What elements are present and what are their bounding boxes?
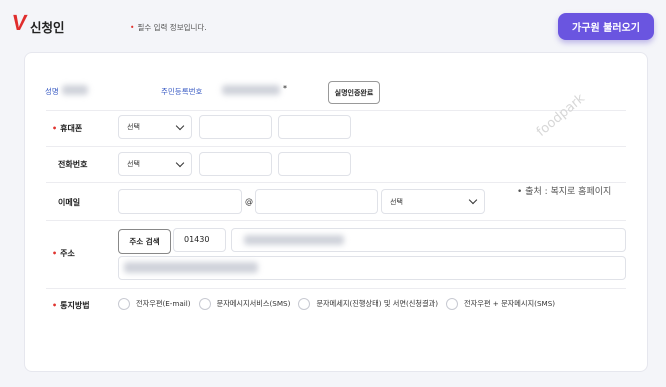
address-label: • 주소 — [52, 248, 75, 259]
verify-name-button[interactable]: 실명인증완료 — [328, 81, 380, 104]
mobile-prefix-select[interactable]: 선택 — [118, 115, 192, 139]
chevron-down-icon — [468, 195, 478, 205]
notify-option-label: 전자우편 + 문자메시지(SMS) — [464, 299, 556, 308]
mobile-middle-input[interactable] — [199, 115, 272, 139]
brand-v-mark: V — [10, 10, 29, 35]
notify-label: • 통지방법 — [52, 300, 90, 311]
required-dot: • — [52, 301, 58, 310]
divider — [46, 288, 626, 289]
required-dot: • — [52, 249, 58, 258]
notify-option-sms-mail[interactable]: 문자메세지(진행상태) 및 서면(신청결과) — [298, 298, 438, 310]
notify-options: 전자우편(E-mail) 문자메시지서비스(SMS) 문자메세지(진행상태) 및… — [118, 298, 563, 310]
load-family-button[interactable]: 가구원 불러오기 — [558, 13, 654, 40]
divider — [46, 182, 626, 183]
phone-prefix-value: 선택 — [127, 160, 140, 168]
rrn-value-redacted — [222, 85, 280, 95]
phone-last-input[interactable] — [278, 152, 351, 176]
divider — [46, 220, 626, 221]
mobile-label-text: 휴대폰 — [60, 124, 83, 133]
rrn-label: 주민등록번호 — [161, 87, 203, 96]
phone-label: 전화번호 — [58, 160, 88, 169]
notify-option-label: 문자메시지서비스(SMS) — [216, 299, 291, 308]
required-dot: • — [130, 23, 135, 32]
email-id-input[interactable] — [118, 189, 242, 214]
mobile-label: • 휴대폰 — [52, 123, 82, 134]
email-at-sign: @ — [245, 197, 253, 206]
phone-middle-input[interactable] — [199, 152, 272, 176]
chevron-down-icon — [175, 158, 185, 167]
phone-prefix-select[interactable]: 선택 — [118, 152, 192, 176]
email-domain-value: 선택 — [390, 197, 403, 206]
address-search-button[interactable]: 주소 검색 — [118, 229, 171, 254]
notify-option-label: 문자메세지(진행상태) 및 서면(신청결과) — [316, 299, 439, 308]
address-label-text: 주소 — [60, 249, 75, 258]
required-note: • 필수 입력 정보입니다. — [130, 22, 207, 33]
chevron-down-icon — [175, 121, 185, 130]
rrn-mask: * — [283, 84, 287, 93]
divider — [46, 146, 626, 147]
name-value-redacted — [62, 85, 88, 95]
source-note: • 출처 : 복지로 홈페이지 — [517, 187, 612, 197]
notify-option-email-sms[interactable]: 전자우편 + 문자메시지(SMS) — [446, 298, 555, 310]
zipcode-value: 01430 — [184, 235, 210, 244]
address-base-redacted — [244, 235, 344, 245]
required-dot: • — [52, 124, 58, 133]
email-domain-select[interactable]: 선택 — [381, 189, 485, 214]
notify-option-sms[interactable]: 문자메시지서비스(SMS) — [198, 298, 291, 310]
name-label: 성명 — [45, 87, 59, 96]
radio-button[interactable] — [198, 298, 211, 310]
radio-button[interactable] — [118, 298, 130, 310]
radio-button[interactable] — [298, 298, 311, 310]
mobile-last-input[interactable] — [278, 115, 351, 139]
radio-button[interactable] — [446, 298, 459, 310]
mobile-prefix-value: 선택 — [127, 123, 140, 131]
email-domain-input[interactable] — [255, 189, 378, 214]
notify-label-text: 통지방법 — [60, 301, 90, 310]
required-note-text: 필수 입력 정보입니다. — [137, 23, 207, 32]
email-label: 이메일 — [58, 198, 81, 207]
address-detail-redacted — [124, 262, 258, 273]
divider — [46, 110, 626, 111]
notify-option-label: 전자우편(E-mail) — [136, 299, 191, 308]
page-title: 신청인 — [30, 20, 65, 35]
notify-option-email[interactable]: 전자우편(E-mail) — [118, 298, 191, 310]
